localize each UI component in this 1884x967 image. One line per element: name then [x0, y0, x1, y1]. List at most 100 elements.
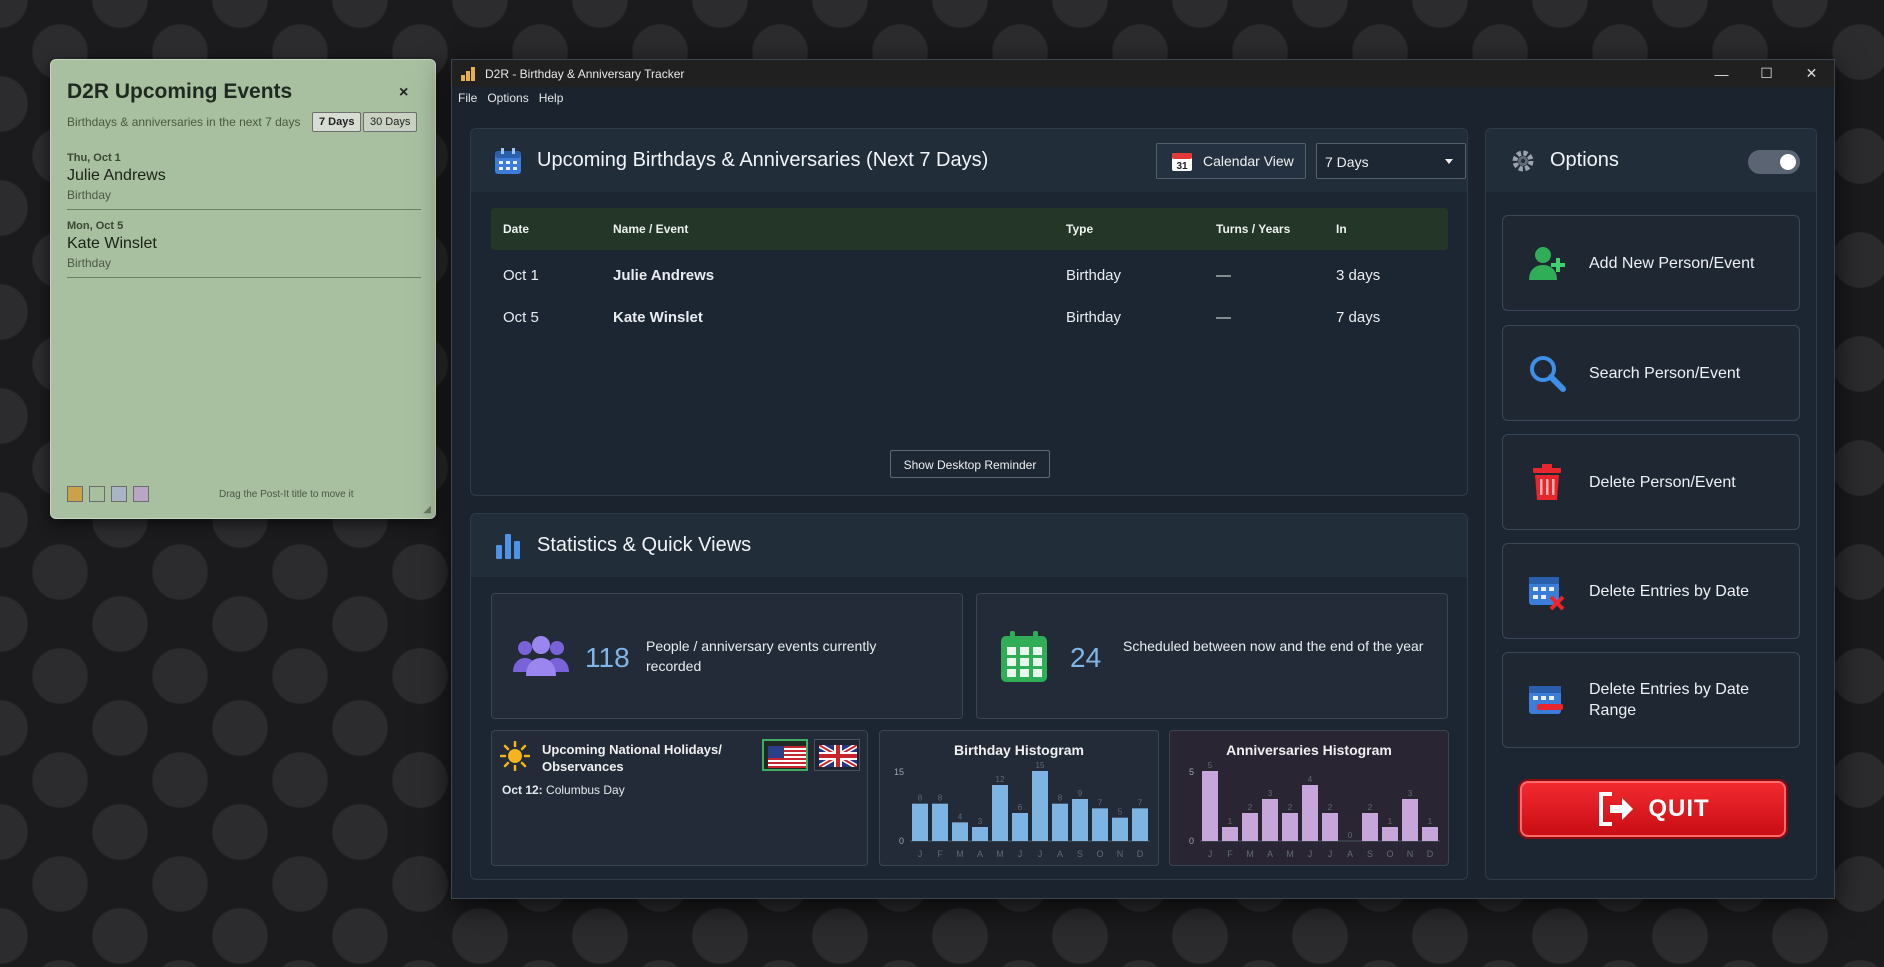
column-header-name[interactable]: Name / Event [613, 222, 688, 236]
x-tick-label: A [1267, 849, 1273, 859]
menu-file[interactable]: File [458, 91, 477, 105]
x-tick-label: S [1077, 849, 1083, 859]
histogram-bar [952, 822, 968, 841]
menu-options[interactable]: Options [487, 91, 528, 105]
delete-entries-by-date-range-button[interactable]: Delete Entries by Date Range [1502, 652, 1800, 748]
postit-subtitle: Birthdays & anniversaries in the next 7 … [67, 115, 301, 129]
postit-event-item: Thu, Oct 1 Julie Andrews Birthday [67, 148, 421, 210]
x-tick-label: J [1018, 849, 1023, 859]
calendar-view-button[interactable]: 31 Calendar View [1156, 143, 1306, 179]
add-person-event-label: Add New Person/Event [1589, 254, 1755, 272]
window-title: D2R - Birthday & Anniversary Tracker [485, 66, 685, 81]
y-tick-label: 0 [1189, 836, 1194, 846]
quit-label: QUIT [1648, 795, 1710, 822]
bar-value-label: 7 [1098, 798, 1103, 807]
x-tick-label: O [1096, 849, 1103, 859]
minimize-icon[interactable]: — [1699, 60, 1744, 87]
postit-30-days-button[interactable]: 30 Days [363, 112, 418, 132]
table-row[interactable]: Oct 5 Kate Winslet Birthday — 7 days [491, 300, 1448, 336]
theme-toggle[interactable] [1748, 150, 1800, 174]
options-header: Options [1486, 129, 1816, 192]
statistics-title: Statistics & Quick Views [537, 534, 752, 556]
x-tick-label: D [1137, 849, 1144, 859]
search-person-event-button[interactable]: Search Person/Event [1502, 325, 1800, 421]
column-header-in[interactable]: In [1336, 222, 1347, 236]
holiday-item: Oct 12: Columbus Day [502, 783, 625, 797]
histogram-bar [1132, 808, 1148, 841]
range-select[interactable]: 7 Days [1316, 143, 1466, 179]
uk-flag-button[interactable] [814, 739, 860, 771]
table-header: Date Name / Event Type Turns / Years In [491, 208, 1448, 250]
scheduled-desc: Scheduled between now and the end of the… [1123, 638, 1424, 654]
column-header-type[interactable]: Type [1066, 222, 1093, 236]
birthday-histogram-chart: 15 0 8 J 8 F 4 M 3 A 12 M 6 J 15 J 8 A 9 S 7 O 5 N 7 D [894, 761, 1150, 859]
x-tick-label: J [1308, 849, 1313, 859]
bar-value-label: 5 [1208, 761, 1213, 770]
upcoming-title: Upcoming Birthdays & Anniversaries (Next… [537, 149, 989, 171]
calendar-icon [495, 147, 521, 174]
cell-in: 3 days [1336, 267, 1381, 284]
postit-drag-hint: Drag the Post-It title to move it [219, 489, 354, 500]
cell-in: 7 days [1336, 309, 1381, 326]
holidays-card: Upcoming National Holidays/ Observances [491, 730, 868, 866]
delete-person-event-button[interactable]: Delete Person/Event [1502, 434, 1800, 530]
histogram-bar [1402, 799, 1418, 841]
delete-entries-by-date-button[interactable]: Delete Entries by Date [1502, 543, 1800, 639]
holiday-name: Columbus Day [546, 783, 625, 797]
x-tick-label: J [1208, 849, 1213, 859]
delete-entries-by-date-label: Delete Entries by Date [1589, 582, 1750, 600]
calendar-delete-icon [1529, 577, 1565, 611]
x-tick-label: J [1038, 849, 1043, 859]
y-tick-label: 0 [899, 836, 904, 846]
holidays-title: Upcoming National Holidays/ Observances [542, 742, 722, 774]
postit-7-days-button[interactable]: 7 Days [312, 112, 362, 132]
upcoming-header: Upcoming Birthdays & Anniversaries (Next… [471, 129, 1467, 192]
column-header-date[interactable]: Date [503, 222, 529, 236]
postit-event-date: Thu, Oct 1 [67, 152, 121, 164]
bar-value-label: 6 [1018, 803, 1023, 812]
close-icon[interactable]: ✕ [1789, 60, 1834, 87]
uk-flag-icon [817, 742, 859, 770]
postit-title[interactable]: D2R Upcoming Events [67, 80, 292, 104]
add-person-event-button[interactable]: Add New Person/Event [1502, 215, 1800, 311]
app-icon [461, 66, 477, 81]
x-tick-label: J [1328, 849, 1333, 859]
x-tick-label: F [937, 849, 943, 859]
histogram-bar [1032, 771, 1048, 841]
column-header-turns[interactable]: Turns / Years [1216, 222, 1290, 236]
resize-grip-icon[interactable]: ◢ [423, 504, 431, 515]
us-flag-button[interactable] [762, 739, 808, 771]
cell-date: Oct 5 [503, 309, 539, 326]
histogram-bar [972, 827, 988, 841]
bar-chart-icon [496, 533, 520, 559]
postit-reminder[interactable]: D2R Upcoming Events × Birthdays & annive… [50, 59, 436, 519]
menu-bar: File Options Help [452, 87, 1834, 109]
bar-value-label: 1 [1388, 817, 1393, 826]
show-desktop-reminder-button[interactable]: Show Desktop Reminder [890, 450, 1050, 478]
bar-value-label: 12 [996, 775, 1005, 784]
postit-color-swatch-purple[interactable] [133, 486, 149, 502]
bar-value-label: 8 [1058, 794, 1063, 803]
postit-event-item: Mon, Oct 5 Kate Winslet Birthday [67, 216, 421, 278]
bar-value-label: 8 [918, 794, 923, 803]
postit-color-swatch-gold[interactable] [67, 486, 83, 502]
menu-help[interactable]: Help [539, 91, 564, 105]
x-tick-label: M [956, 849, 964, 859]
bar-value-label: 15 [1036, 761, 1045, 770]
histogram-bar [1322, 813, 1338, 841]
histogram-bar [932, 803, 948, 841]
people-count-card: 118 People / anniversary events currentl… [491, 593, 963, 719]
postit-color-swatch-blue[interactable] [111, 486, 127, 502]
anniversaries-histogram-chart: 5 0 5 J 1 F 2 M 3 A 2 M 4 J 2 J 0 A 2 S 1 O 3 N 1 D [1189, 761, 1440, 859]
histogram-bar [1422, 827, 1438, 841]
maximize-icon[interactable]: ☐ [1744, 60, 1789, 87]
postit-close-button[interactable]: × [399, 84, 408, 102]
bar-value-label: 1 [1428, 817, 1433, 826]
quit-button[interactable]: QUIT [1520, 781, 1786, 837]
table-row[interactable]: Oct 1 Julie Andrews Birthday — 3 days [491, 258, 1448, 294]
window-titlebar[interactable]: D2R - Birthday & Anniversary Tracker — ☐… [452, 60, 1834, 87]
histogram-bar [1072, 799, 1088, 841]
people-count: 118 [585, 642, 630, 673]
bar-value-label: 2 [1248, 803, 1253, 812]
postit-color-swatch-green[interactable] [89, 486, 105, 502]
